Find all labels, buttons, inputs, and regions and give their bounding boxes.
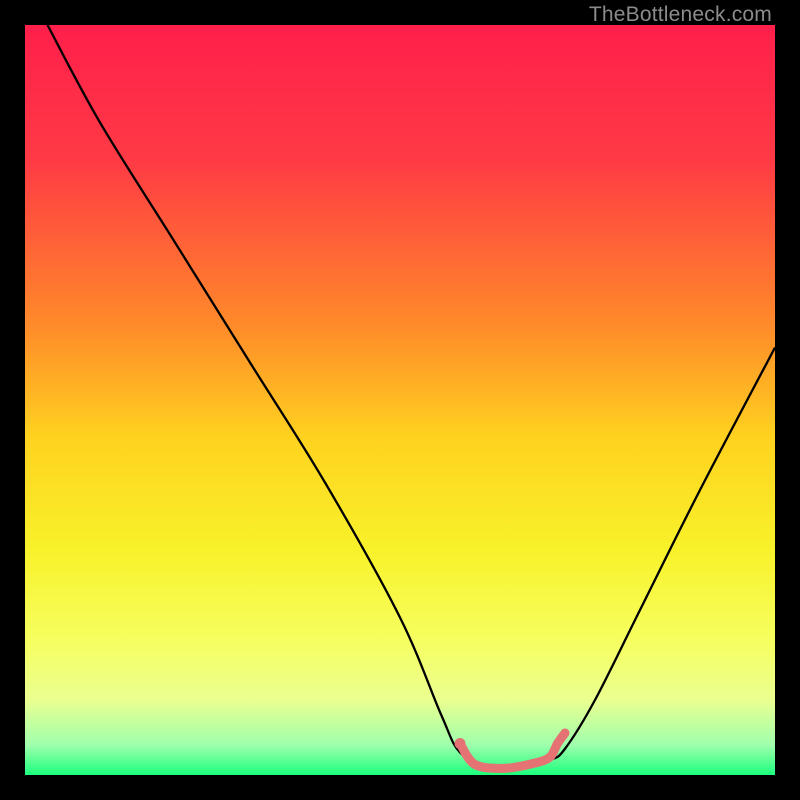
bottleneck-curve [48, 25, 776, 769]
accent-marker [460, 733, 565, 768]
plot-area [25, 25, 775, 775]
attribution-label: TheBottleneck.com [589, 3, 772, 27]
accent-start-dot [455, 738, 466, 749]
chart-svg [25, 25, 775, 775]
chart-frame: TheBottleneck.com [0, 0, 800, 800]
